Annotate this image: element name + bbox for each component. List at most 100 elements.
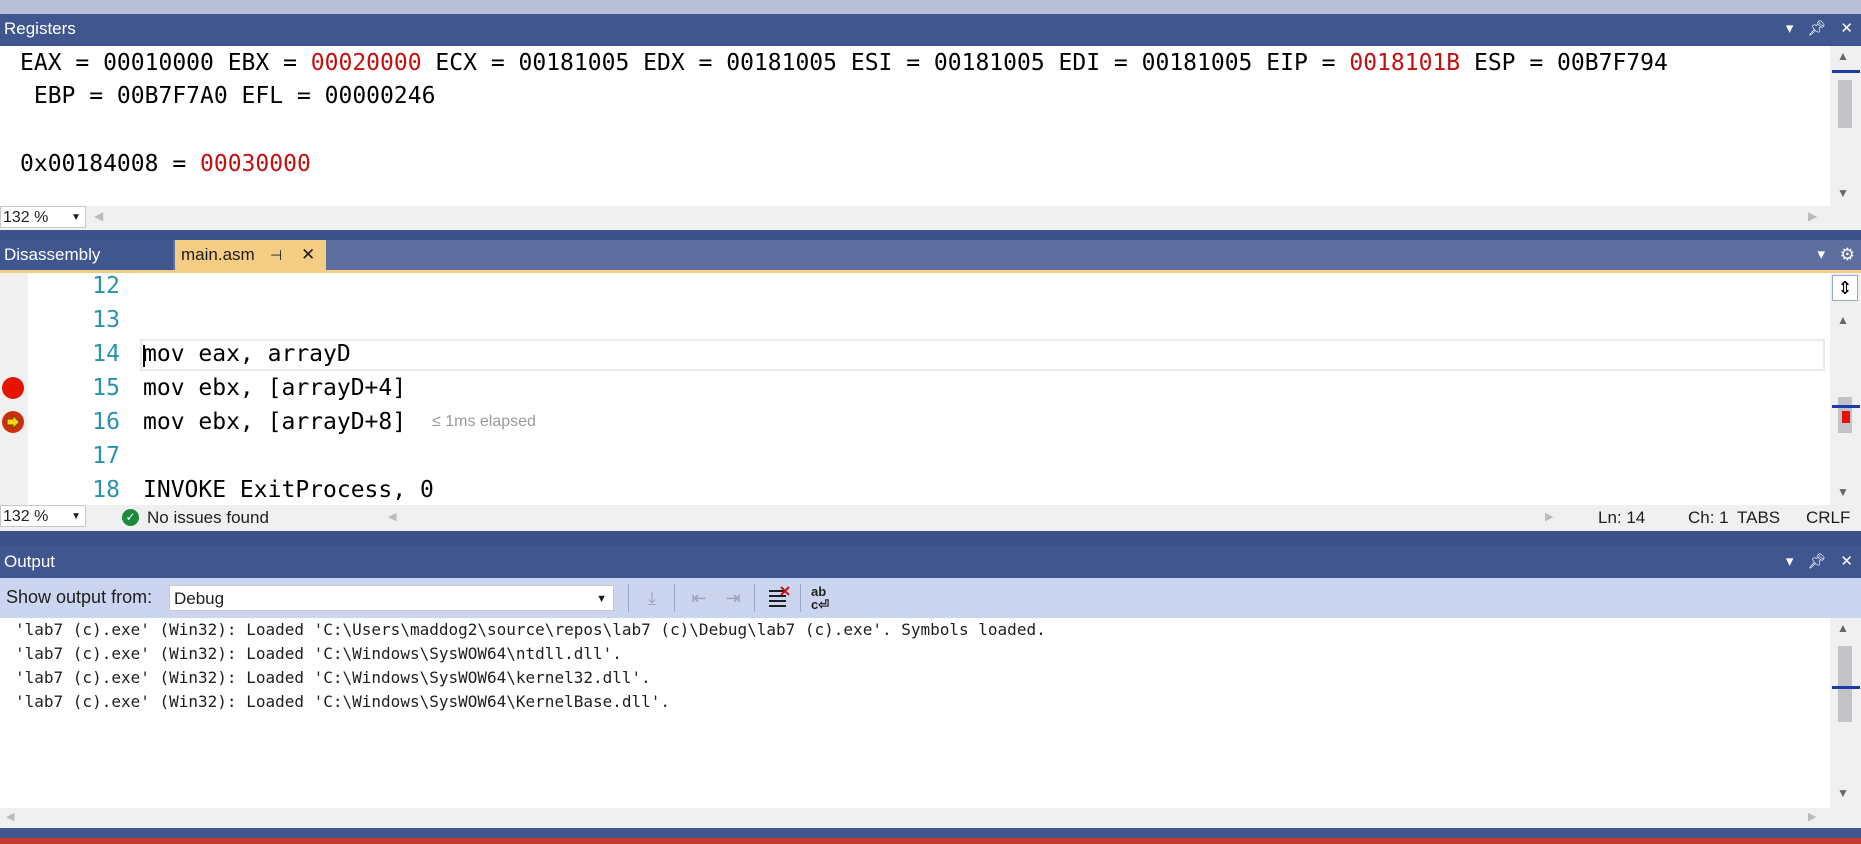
split-window-icon[interactable]: ⇕ bbox=[1832, 275, 1858, 301]
current-line-highlight bbox=[140, 339, 1825, 371]
toolbar-separator bbox=[754, 584, 755, 612]
gear-icon[interactable]: ⚙ bbox=[1840, 240, 1855, 270]
output-title-bar[interactable]: Output ▾ 📌︎ ✕ bbox=[0, 546, 1861, 578]
memory-address: 0x00184008 = bbox=[20, 151, 201, 177]
column-indicator[interactable]: Ch: 1 bbox=[1688, 508, 1729, 528]
code-line[interactable]: mov ebx, [arrayD+4] bbox=[143, 371, 406, 405]
line-number: 18 bbox=[92, 477, 120, 503]
scroll-right-icon[interactable]: ▶ bbox=[1808, 209, 1817, 223]
editor-status-bar: 132 % ▼ ✓ No issues found ◀ ▶ Ln: 14 Ch: … bbox=[0, 505, 1861, 531]
status-strip bbox=[0, 838, 1861, 844]
previous-message-icon[interactable]: ⇤ bbox=[686, 585, 712, 611]
chevron-down-icon: ▼ bbox=[71, 511, 81, 522]
line-number: 15 bbox=[92, 375, 120, 401]
bottom-border bbox=[0, 828, 1861, 838]
scroll-left-icon[interactable]: ◀ bbox=[388, 510, 396, 523]
registers-vertical-scrollbar[interactable]: ▲ ▼ bbox=[1830, 46, 1861, 206]
registers-line-2: EBP = 00B7F7A0 EFL = 00000246 bbox=[20, 83, 436, 109]
output-toolbar: Show output from: Debug ▼ ⤓ ⇤ ⇥ ab c⏎ bbox=[0, 578, 1861, 618]
line-number: 16 bbox=[92, 409, 120, 435]
tab-label: main.asm bbox=[181, 245, 255, 264]
scroll-up-icon[interactable]: ▲ bbox=[1837, 313, 1849, 327]
registers-horizontal-bar: 132 % ▼ ◀ ▶ bbox=[0, 206, 1861, 230]
chevron-down-icon: ▼ bbox=[71, 212, 81, 223]
close-icon[interactable]: ✕ bbox=[1840, 14, 1853, 44]
registers-pane: EAX = 00010000 EBX = 00020000 ECX = 0018… bbox=[0, 46, 1861, 206]
editor-vertical-scrollbar[interactable]: ⇕ ▲ ▼ bbox=[1830, 273, 1861, 505]
toolbar-separator bbox=[628, 584, 629, 612]
toolbar-separator bbox=[674, 584, 675, 612]
breakpoint-icon[interactable] bbox=[2, 377, 24, 399]
registers-title: Registers bbox=[4, 19, 76, 38]
output-pane[interactable]: 'lab7 (c).exe' (Win32): Loaded 'C:\Users… bbox=[0, 618, 1861, 808]
output-title: Output bbox=[4, 552, 56, 571]
scroll-left-icon[interactable]: ◀ bbox=[94, 209, 103, 223]
register-group: ESP = 00B7F794 bbox=[1460, 50, 1668, 76]
scroll-down-icon[interactable]: ▼ bbox=[1837, 786, 1849, 800]
register-group: ECX = 00181005 EDX = 00181005 ESI = 0018… bbox=[421, 50, 1350, 76]
scroll-marker bbox=[1832, 686, 1860, 689]
tab-main-asm[interactable]: main.asm ⊣ ✕ bbox=[175, 240, 326, 270]
memory-value: 00030000 bbox=[200, 151, 311, 177]
dropdown-icon[interactable]: ▾ bbox=[1786, 14, 1794, 44]
tabs-indicator[interactable]: TABS bbox=[1737, 508, 1780, 528]
instruction-pointer-icon[interactable] bbox=[2, 411, 24, 433]
scroll-up-icon[interactable]: ▲ bbox=[1837, 49, 1849, 63]
close-icon[interactable]: ✕ bbox=[1840, 546, 1853, 578]
scroll-up-icon[interactable]: ▲ bbox=[1837, 621, 1849, 635]
word-wrap-icon[interactable]: ab c⏎ bbox=[811, 585, 837, 611]
next-message-icon[interactable]: ⇥ bbox=[720, 585, 746, 611]
scroll-thumb[interactable] bbox=[1838, 646, 1852, 722]
code-line[interactable]: mov eax, arrayD bbox=[143, 337, 351, 371]
memory-line: 0x00184008 = 00030000 bbox=[20, 147, 311, 181]
tab-label: Disassembly bbox=[4, 245, 101, 264]
tab-disassembly[interactable]: Disassembly bbox=[0, 240, 173, 270]
line-indicator[interactable]: Ln: 14 bbox=[1598, 508, 1645, 528]
scroll-right-icon[interactable]: ▶ bbox=[1545, 510, 1553, 523]
editor-zoom-select[interactable]: 132 % ▼ bbox=[0, 505, 86, 527]
line-ending-indicator[interactable]: CRLF bbox=[1806, 508, 1850, 528]
registers-zoom-select[interactable]: 132 % ▼ bbox=[0, 206, 86, 228]
pin-icon[interactable]: ⊣ bbox=[270, 240, 282, 270]
show-output-label: Show output from: bbox=[6, 587, 153, 607]
find-message-icon[interactable]: ⤓ bbox=[639, 585, 665, 611]
scroll-right-icon[interactable]: ▶ bbox=[1808, 810, 1816, 823]
pin-icon[interactable]: 📌︎ bbox=[1807, 14, 1826, 44]
output-line: 'lab7 (c).exe' (Win32): Loaded 'C:\Windo… bbox=[15, 692, 671, 711]
output-line: 'lab7 (c).exe' (Win32): Loaded 'C:\Windo… bbox=[15, 668, 651, 687]
scroll-thumb[interactable] bbox=[1838, 80, 1852, 128]
close-tab-icon[interactable]: ✕ bbox=[301, 240, 315, 270]
zoom-value: 132 % bbox=[3, 508, 49, 525]
scroll-marker bbox=[1832, 405, 1860, 408]
output-source-value: Debug bbox=[174, 589, 225, 608]
output-source-select[interactable]: Debug ▼ bbox=[169, 585, 614, 611]
tab-list-icon[interactable]: ▾ bbox=[1817, 240, 1825, 270]
output-line: 'lab7 (c).exe' (Win32): Loaded 'C:\Users… bbox=[15, 620, 1046, 639]
code-line[interactable]: mov ebx, [arrayD+8] bbox=[143, 405, 406, 439]
eip-value: 0018101B bbox=[1349, 50, 1461, 76]
scroll-down-icon[interactable]: ▼ bbox=[1837, 485, 1849, 499]
text-caret bbox=[143, 345, 145, 367]
breakpoint-marker bbox=[1842, 411, 1850, 423]
output-vertical-scrollbar[interactable]: ▲ ▼ bbox=[1830, 618, 1861, 808]
registers-title-bar[interactable]: Registers ▾ 📌︎ ✕ bbox=[0, 14, 1861, 44]
dropdown-icon[interactable]: ▾ bbox=[1786, 546, 1794, 578]
code-editor[interactable]: 12 13 14 15 16 17 18 mov eax, arrayD mov… bbox=[0, 273, 1861, 505]
line-number: 17 bbox=[92, 443, 120, 469]
scroll-down-icon[interactable]: ▼ bbox=[1837, 186, 1849, 200]
ebx-value: 00020000 bbox=[310, 50, 422, 76]
clear-all-icon[interactable] bbox=[766, 585, 792, 611]
issues-status[interactable]: No issues found bbox=[147, 508, 269, 528]
scroll-marker bbox=[1832, 70, 1860, 73]
zoom-value: 132 % bbox=[3, 209, 49, 226]
pin-icon[interactable]: 📌︎ bbox=[1807, 546, 1826, 578]
window-top-strip bbox=[0, 0, 1861, 14]
toolbar-separator bbox=[800, 584, 801, 612]
elapsed-time-hint: ≤ 1ms elapsed bbox=[432, 413, 536, 430]
output-window-buttons: ▾ 📌︎ ✕ bbox=[1786, 546, 1853, 578]
output-line: 'lab7 (c).exe' (Win32): Loaded 'C:\Windo… bbox=[15, 644, 622, 663]
line-number: 14 bbox=[92, 341, 120, 367]
registers-window-buttons: ▾ 📌︎ ✕ bbox=[1786, 14, 1853, 44]
code-line[interactable]: INVOKE ExitProcess, 0 bbox=[143, 473, 434, 507]
scroll-left-icon[interactable]: ◀ bbox=[6, 810, 14, 823]
